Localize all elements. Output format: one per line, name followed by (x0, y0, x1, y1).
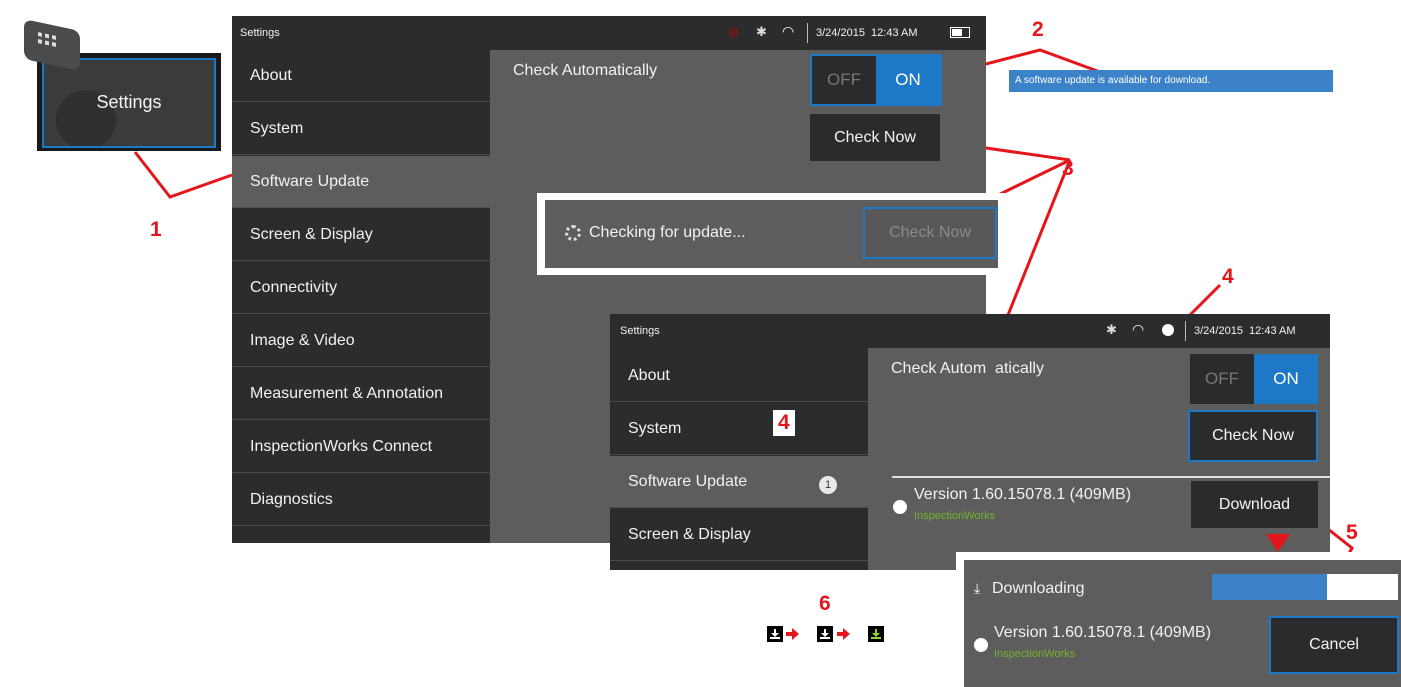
banner-text: A software update is available for downl… (1015, 75, 1211, 86)
update-count-badge: 1 (819, 476, 837, 494)
bluetooth-icon: ✱ (756, 24, 767, 39)
sidebar-item-about[interactable]: About (610, 350, 868, 402)
status-bar-2: Settings ✱ ◠ 3/24/2015 12:43 AM (610, 314, 1330, 348)
sidebar-item-system[interactable]: System (610, 403, 868, 455)
callout-4-b: 4 (778, 411, 790, 434)
bluetooth-icon-2: ✱ (1106, 322, 1117, 337)
toggle-off: OFF (827, 70, 861, 89)
update-banner: A software update is available for downl… (1009, 70, 1333, 92)
sidebar-item-about[interactable]: About (232, 50, 490, 102)
download-circle-icon (893, 500, 907, 514)
version-text: Version 1.60.15078.1 (409MB) (914, 486, 1132, 503)
download-button[interactable]: Download (1191, 481, 1318, 528)
status-datetime-2: 3/24/2015 12:43 AM (1194, 325, 1296, 337)
download-available-icon[interactable] (1162, 324, 1174, 336)
sidebar-menu-2: About System Software Update Screen & Di… (610, 348, 868, 570)
check-auto-label-2: Check Autom atically (891, 360, 1044, 377)
vendor-text-2: InspectionWorks (994, 648, 1076, 660)
vendor-text: InspectionWorks (914, 510, 996, 522)
download-progress-fill (1212, 574, 1328, 600)
check-now-button[interactable]: Check Now (810, 114, 940, 161)
download-circle-icon (974, 638, 988, 652)
sidebar-item-system[interactable]: System (232, 103, 490, 155)
toggle-on: ON (1254, 354, 1318, 404)
download-tray-icon: ⤓ (974, 580, 981, 596)
sidebar-item-diagnostics[interactable]: Diagnostics (232, 474, 490, 526)
callout-5: 5 (1346, 521, 1358, 544)
wifi-icon: ◠ (782, 23, 795, 39)
auto-check-toggle[interactable]: OFF ON (810, 54, 942, 106)
check-auto-label: Check Automatically (513, 62, 658, 79)
check-now-button-2[interactable]: Check Now (1188, 410, 1318, 462)
version-text-2: Version 1.60.15078.1 (409MB) (994, 624, 1212, 641)
sidebar-item-image-video[interactable]: Image & Video (232, 315, 490, 367)
toggle-off: OFF (1205, 369, 1239, 388)
check-now-button-disabled[interactable]: Check Now (863, 207, 997, 259)
callout-3: 3 (1062, 157, 1074, 180)
sidebar-item-screen-display[interactable]: Screen & Display (610, 509, 868, 561)
checking-text: Checking for update... (589, 224, 746, 241)
settings-screen-update: Settings ✱ ◠ 3/24/2015 12:43 AM About Sy… (610, 314, 1330, 570)
sidebar-item-measurement[interactable]: Measurement & Annotation (232, 368, 490, 420)
sidebar-item-screen-display[interactable]: Screen & Display (232, 209, 490, 261)
checking-panel: Checking for update... Check Now (537, 193, 1006, 275)
sidebar-menu: About System Software Update Screen & Di… (232, 50, 490, 543)
download-state-icon-partial (817, 626, 833, 642)
toggle-on: ON (876, 56, 940, 104)
sidebar-item-software-update[interactable]: Software Update (232, 156, 490, 208)
spinner-icon (565, 225, 581, 241)
status-bar: Settings ✱ ◠ 3/24/2015 12:43 AM (232, 16, 986, 50)
downloading-label: Downloading (992, 580, 1085, 597)
download-progress-bar (1212, 574, 1398, 600)
sidebar-item-connectivity[interactable]: Connectivity (232, 262, 490, 314)
auto-check-toggle-2[interactable]: OFF ON (1190, 354, 1318, 404)
status-title: Settings (240, 27, 280, 39)
arrow-right-icon (786, 628, 799, 640)
cancel-button[interactable]: Cancel (1269, 616, 1399, 674)
download-state-icon-white (767, 626, 783, 642)
launcher-label: Settings (96, 92, 162, 112)
sidebar-item-inspectionworks[interactable]: InspectionWorks Connect (232, 421, 490, 473)
arrow-right-icon (837, 628, 850, 640)
wifi-icon-2: ◠ (1132, 321, 1145, 337)
callout-4: 4 (1222, 265, 1234, 288)
download-state-icon-green (868, 626, 884, 642)
status-datetime: 3/24/2015 12:43 AM (816, 27, 918, 39)
callout-1: 1 (150, 218, 162, 241)
status-title-2: Settings (620, 325, 660, 337)
callout-6: 6 (819, 592, 831, 615)
arrow-down-icon (1266, 534, 1290, 552)
record-icon (728, 27, 739, 38)
download-panel: ⤓ Downloading Version 1.60.15078.1 (409M… (956, 552, 1401, 687)
callout-2: 2 (1032, 18, 1044, 41)
battery-icon (950, 27, 970, 38)
